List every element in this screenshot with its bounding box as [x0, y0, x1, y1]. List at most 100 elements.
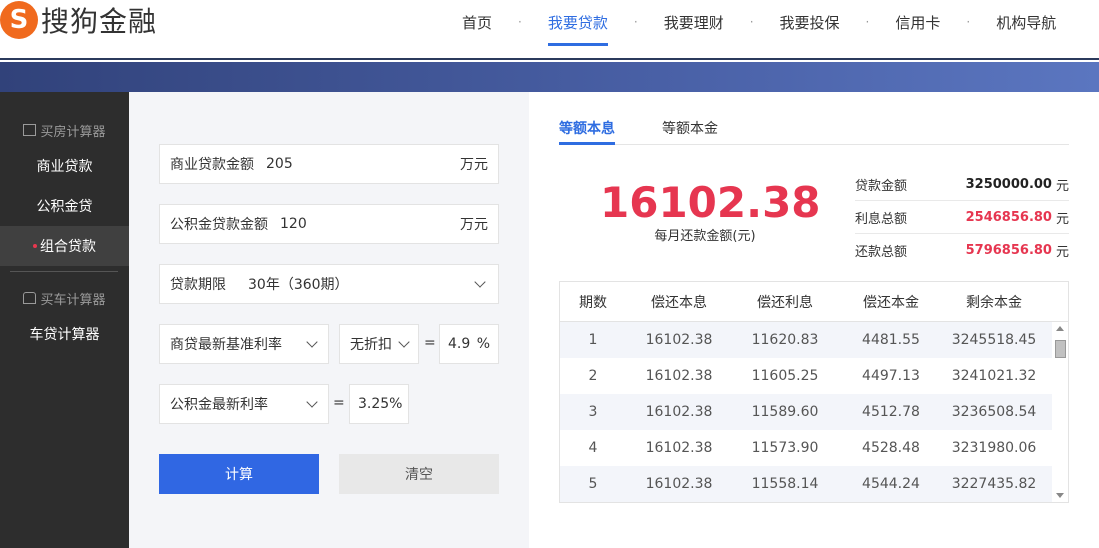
- nav-credit-card[interactable]: 信用卡: [895, 12, 940, 33]
- tab-indicator: [559, 142, 615, 145]
- fund-rate-input[interactable]: 3.25%: [358, 396, 402, 412]
- field-label: 公积金最新利率: [170, 397, 268, 413]
- banner: [0, 62, 1099, 92]
- site-header: S 搜狗金融 首页 · 我要贷款 · 我要理财 · 我要投保 · 信用卡 · 机…: [0, 0, 1099, 60]
- table-cell: 3231980.06: [951, 440, 1037, 456]
- table-header: 期数 偿还本息 偿还利息 偿还本金 剩余本金: [560, 282, 1068, 322]
- table-cell: 11573.90: [751, 440, 819, 456]
- sidebar-group-house: 买房计算器: [0, 120, 129, 140]
- table-cell: 11620.83: [751, 332, 819, 348]
- table-cell: 3245518.45: [951, 332, 1037, 348]
- summary-label: 贷款金额: [855, 178, 908, 194]
- nav-separator: ·: [865, 15, 870, 29]
- rate-type-select[interactable]: 商贷最新基准利率: [159, 324, 329, 364]
- table-cell: 5: [588, 476, 598, 492]
- summary-row-amount: 贷款金额 3250000.00 元: [855, 168, 1069, 201]
- commercial-amount-field[interactable]: 商业贷款金额 205 万元: [159, 144, 499, 184]
- loan-summary: 贷款金额 3250000.00 元 利息总额 2546856.80 元 还款总额…: [855, 168, 1069, 267]
- nav-insurance[interactable]: 我要投保: [780, 12, 840, 33]
- car-icon: [23, 292, 37, 304]
- rate-field[interactable]: 4.9 %: [439, 324, 499, 364]
- nav-home[interactable]: 首页: [462, 12, 492, 33]
- fund-amount-input[interactable]: 120: [280, 216, 460, 232]
- discount-value: 无折扣: [350, 337, 392, 353]
- nav-separator: ·: [966, 15, 971, 29]
- nav-institutions[interactable]: 机构导航: [996, 12, 1056, 33]
- equals-sign: =: [424, 335, 436, 351]
- sidebar-item-label: 公积金贷: [36, 199, 93, 215]
- field-label: 贷款期限: [170, 277, 226, 293]
- table-cell: 1: [588, 332, 598, 348]
- scroll-down-icon[interactable]: [1056, 493, 1064, 498]
- monthly-payment-value: 16102.38: [600, 178, 821, 227]
- sidebar-group-label: 买车计算器: [40, 292, 106, 308]
- nav-loans[interactable]: 我要贷款: [547, 12, 608, 46]
- field-label: 商贷最新基准利率: [170, 337, 282, 353]
- tab-equal-installment[interactable]: 等额本息: [559, 118, 615, 138]
- field-unit: %: [476, 336, 490, 352]
- field-unit: 万元: [460, 217, 488, 233]
- field-unit: 万元: [460, 157, 488, 173]
- building-icon: [23, 124, 37, 136]
- table-cell: 16102.38: [645, 404, 713, 420]
- commercial-amount-input[interactable]: 205: [266, 156, 460, 172]
- active-dot-icon: [33, 244, 37, 248]
- sidebar-item-car-loan[interactable]: 车贷计算器: [0, 314, 129, 354]
- summary-row-total: 还款总额 5796856.80 元: [855, 234, 1069, 267]
- fund-rate-select[interactable]: 公积金最新利率: [159, 384, 329, 424]
- table-cell: 16102.38: [645, 332, 713, 348]
- table-cell: 3227435.82: [951, 476, 1037, 492]
- fund-rate-field[interactable]: 3.25%: [349, 384, 409, 424]
- chevron-down-icon: [474, 276, 486, 288]
- table-row: 4 16102.38 11573.90 4528.48 3231980.06: [560, 430, 1068, 466]
- repayment-tabs: 等额本息 等额本金: [559, 115, 1069, 145]
- sidebar-group-label: 买房计算器: [40, 124, 106, 140]
- sidebar-group-car: 买车计算器: [0, 288, 129, 308]
- chevron-down-icon: [306, 336, 318, 348]
- sidebar-item-label: 组合贷款: [40, 239, 96, 255]
- scroll-thumb[interactable]: [1055, 340, 1066, 358]
- table-cell: 16102.38: [645, 476, 713, 492]
- table-cell: 11558.14: [751, 476, 819, 492]
- summary-unit: 元: [1055, 211, 1069, 227]
- nav-separator: ·: [633, 15, 638, 29]
- loan-form: 商业贷款金额 205 万元 公积金贷款金额 120 万元 贷款期限 30年（36…: [129, 92, 529, 548]
- nav-separator: ·: [749, 15, 754, 29]
- table-cell: 4544.24: [862, 476, 920, 492]
- table-cell: 3: [588, 404, 598, 420]
- sidebar-item-combo[interactable]: 组合贷款: [0, 226, 129, 266]
- column-header: 偿还本金: [863, 294, 919, 311]
- tab-equal-principal[interactable]: 等额本金: [662, 118, 718, 138]
- table-cell: 16102.38: [645, 440, 713, 456]
- table-row: 5 16102.38 11558.14 4544.24 3227435.82: [560, 466, 1068, 502]
- table-scrollbar[interactable]: [1052, 322, 1068, 502]
- fund-amount-field[interactable]: 公积金贷款金额 120 万元: [159, 204, 499, 244]
- table-row: 3 16102.38 11589.60 4512.78 3236508.54: [560, 394, 1068, 430]
- term-select[interactable]: 贷款期限 30年（360期）: [159, 264, 499, 304]
- term-value: 30年（360期）: [248, 277, 349, 293]
- table-cell: 11589.60: [751, 404, 819, 420]
- calculate-button[interactable]: 计算: [159, 454, 319, 494]
- column-header: 偿还利息: [757, 294, 813, 311]
- table-cell: 4: [588, 440, 598, 456]
- discount-select[interactable]: 无折扣: [339, 324, 419, 364]
- table-cell: 4481.55: [862, 332, 920, 348]
- sidebar-item-label: 商业贷款: [36, 159, 93, 175]
- scroll-up-icon[interactable]: [1056, 326, 1064, 331]
- sidebar-item-commercial[interactable]: 商业贷款: [0, 146, 129, 186]
- table-row: 1 16102.38 11620.83 4481.55 3245518.45: [560, 322, 1068, 358]
- nav-separator: ·: [518, 15, 522, 29]
- nav-wealth[interactable]: 我要理财: [664, 12, 724, 33]
- chevron-down-icon: [306, 396, 318, 408]
- clear-button[interactable]: 清空: [339, 454, 499, 494]
- sidebar: 买房计算器 商业贷款 公积金贷 组合贷款 买车计算器 车贷计算器: [0, 92, 129, 548]
- summary-unit: 元: [1055, 178, 1069, 194]
- rate-input[interactable]: 4.9: [448, 336, 470, 352]
- sidebar-item-label: 车贷计算器: [29, 327, 100, 343]
- summary-label: 还款总额: [855, 245, 908, 260]
- logo[interactable]: S 搜狗金融: [0, 0, 157, 40]
- equals-sign: =: [333, 395, 345, 411]
- table-cell: 4528.48: [862, 440, 920, 456]
- table-cell: 16102.38: [645, 368, 713, 384]
- sidebar-item-fund[interactable]: 公积金贷: [0, 186, 129, 226]
